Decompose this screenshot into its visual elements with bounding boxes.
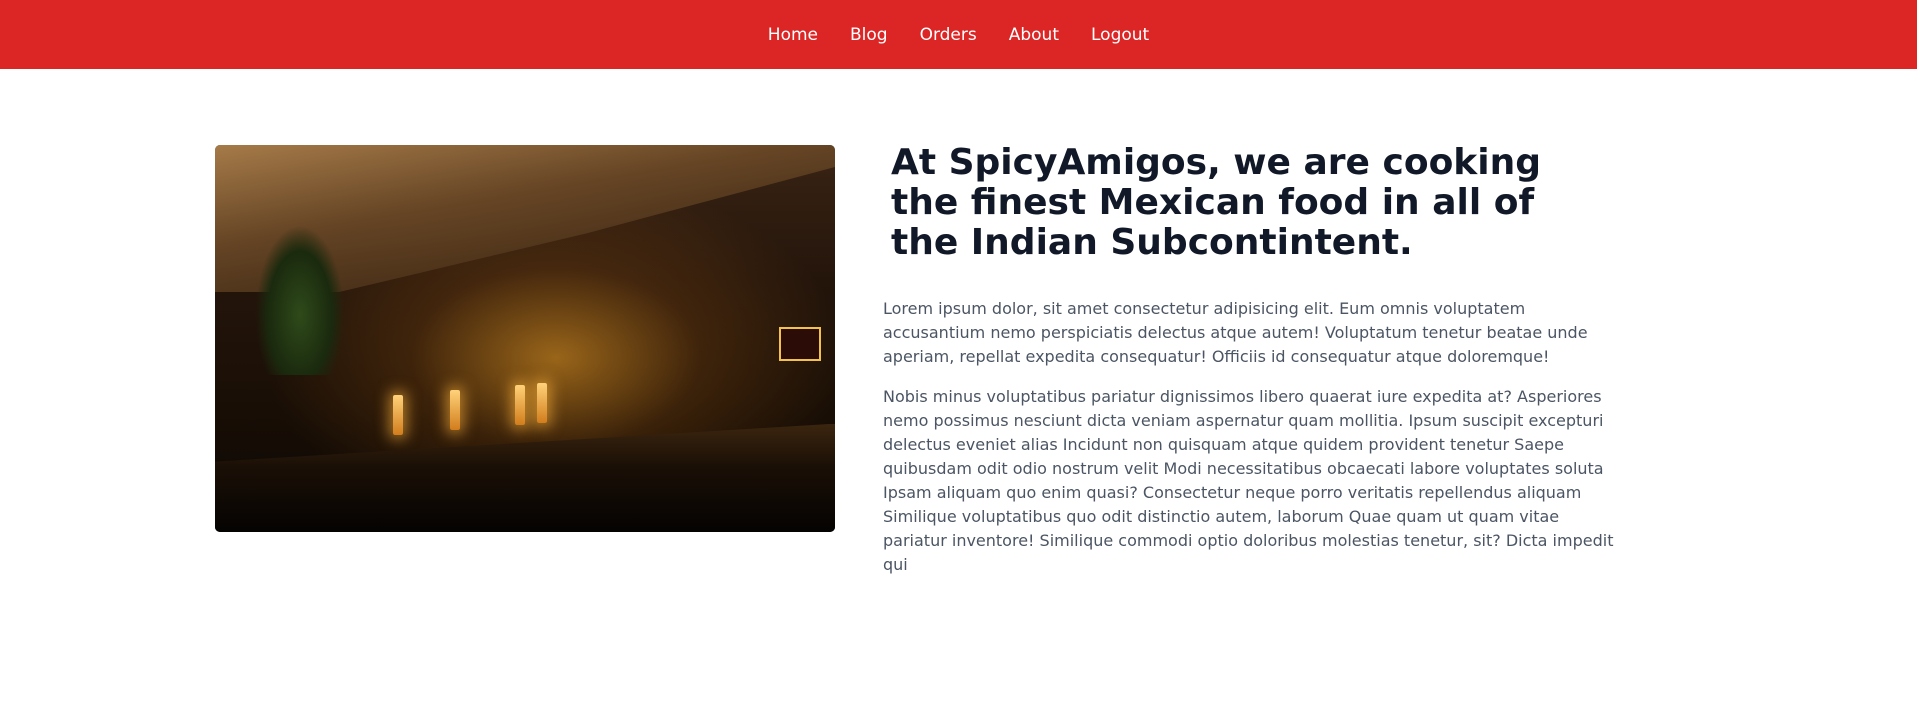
about-text-column: At SpicyAmigos, we are cooking the fines… <box>883 142 1623 577</box>
nav-orders-link[interactable]: Orders <box>904 19 993 51</box>
top-navbar: Home Blog Orders About Logout <box>0 0 1917 69</box>
nav-about-link[interactable]: About <box>993 19 1075 51</box>
restaurant-interior-image <box>215 145 835 532</box>
about-section: At SpicyAmigos, we are cooking the fines… <box>215 143 1615 577</box>
image-liquor-sign <box>779 327 821 361</box>
nav-list: Home Blog Orders About Logout <box>752 19 1165 51</box>
detail-paragraph: Nobis minus voluptatibus pariatur dignis… <box>883 387 1614 574</box>
nav-blog-link[interactable]: Blog <box>834 19 904 51</box>
page-heading: At SpicyAmigos, we are cooking the fines… <box>891 142 1541 263</box>
image-counter-shape <box>215 423 835 532</box>
nav-home-link[interactable]: Home <box>752 19 834 51</box>
nav-logout-link[interactable]: Logout <box>1075 19 1165 51</box>
image-plant-shape <box>255 225 345 375</box>
intro-paragraph: Lorem ipsum dolor, sit amet consectetur … <box>883 299 1588 366</box>
